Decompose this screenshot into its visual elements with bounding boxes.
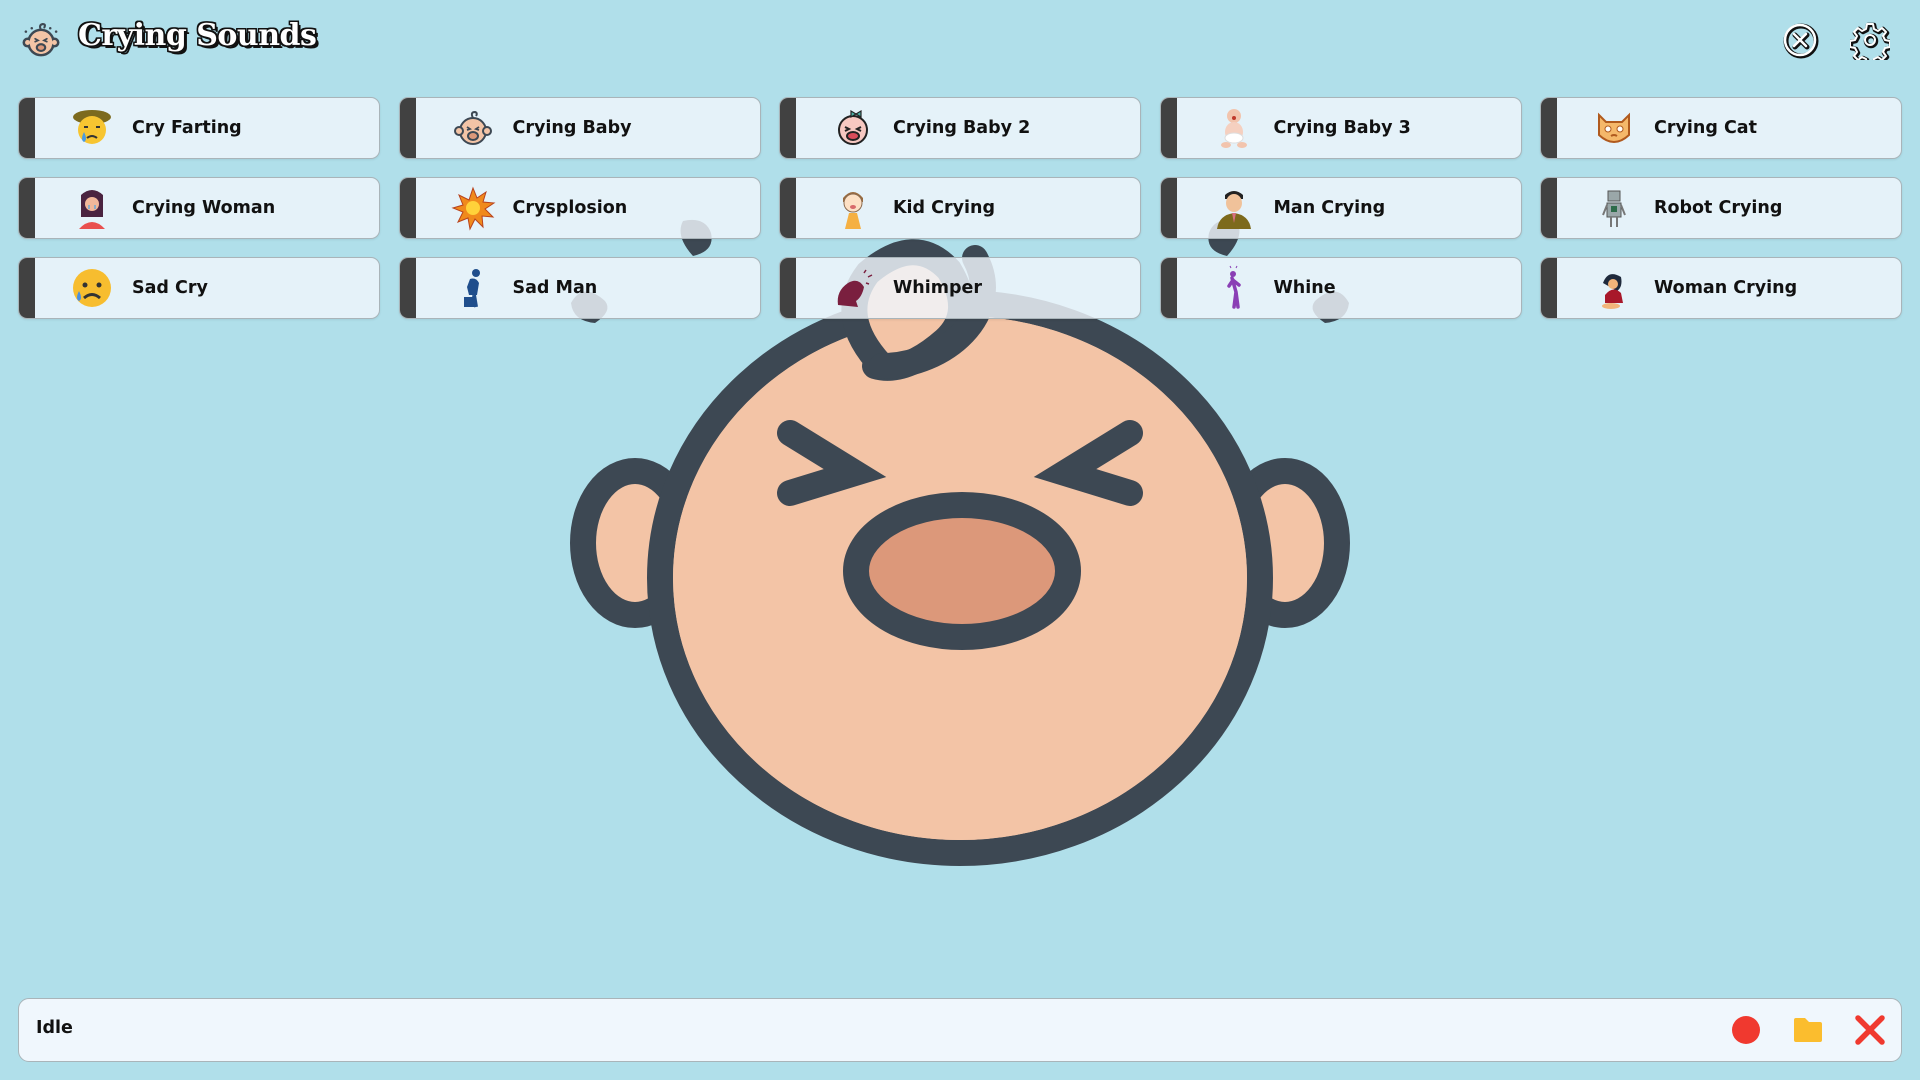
button-accent-bar: [1541, 178, 1557, 238]
background-crying-baby-icon: [570, 219, 1350, 866]
sound-button[interactable]: Sad Cry: [18, 257, 380, 319]
button-accent-bar: [780, 98, 796, 158]
sound-button[interactable]: Kid Crying: [779, 177, 1141, 239]
sound-button[interactable]: Sad Man: [398, 257, 761, 319]
sad-man-sitting-icon: [450, 265, 496, 311]
open-folder-button[interactable]: [1791, 1013, 1825, 1047]
button-accent-bar: [1160, 178, 1177, 238]
settings-button[interactable]: [1848, 20, 1894, 68]
sound-button[interactable]: Crying Cat: [1540, 97, 1902, 159]
button-accent-bar: [399, 258, 416, 318]
sound-button-label: Crying Baby: [512, 118, 632, 138]
status-text: Idle: [36, 1018, 73, 1038]
woman-kneeling-crying-icon: [1591, 265, 1637, 311]
sound-button[interactable]: Crying Baby 3: [1159, 97, 1522, 159]
sound-button-label: Crying Woman: [132, 198, 276, 218]
sound-button[interactable]: Crying Baby 2: [779, 97, 1141, 159]
button-accent-bar: [780, 178, 796, 238]
sound-button[interactable]: Whine: [1159, 257, 1522, 319]
sound-button-label: Man Crying: [1273, 198, 1386, 218]
sound-button[interactable]: Robot Crying: [1540, 177, 1902, 239]
button-accent-bar: [1160, 98, 1177, 158]
crying-man-icon: [1211, 185, 1257, 231]
x-icon: [1855, 1015, 1885, 1045]
sound-button-label: Sad Man: [512, 278, 598, 298]
sound-button[interactable]: Woman Crying: [1540, 257, 1902, 319]
sad-tear-emoji-icon: [69, 265, 115, 311]
circle-x-icon: [1783, 23, 1819, 59]
folder-icon: [1794, 1018, 1822, 1042]
crying-baby-girl-icon: [830, 105, 876, 151]
explosion-icon: [450, 185, 496, 231]
sound-button-label: Cry Farting: [132, 118, 242, 138]
whine-figure-icon: [1211, 265, 1257, 311]
sound-button-label: Crying Baby 3: [1273, 118, 1411, 138]
close-app-button[interactable]: [1780, 20, 1820, 60]
stop-button[interactable]: [1853, 1013, 1887, 1047]
crying-face-hat-icon: [69, 105, 115, 151]
sound-button[interactable]: Man Crying: [1159, 177, 1522, 239]
sound-button[interactable]: Crying Woman: [18, 177, 380, 239]
crying-woman-icon: [69, 185, 115, 231]
sound-button[interactable]: Cry Farting: [18, 97, 380, 159]
record-button[interactable]: [1729, 1013, 1763, 1047]
sound-button-label: Robot Crying: [1654, 198, 1783, 218]
button-accent-bar: [19, 258, 35, 318]
app-title: Crying Sounds: [78, 18, 317, 53]
sound-button-grid: Cry Farting Crying Baby Crying Baby 2 Cryin…: [18, 97, 1902, 319]
record-icon: [1732, 1016, 1760, 1044]
button-accent-bar: [19, 178, 35, 238]
button-accent-bar: [1541, 258, 1557, 318]
sound-button-label: Crying Cat: [1654, 118, 1757, 138]
sound-button-label: Crysplosion: [512, 198, 628, 218]
sound-button-label: Woman Crying: [1654, 278, 1798, 298]
sound-button-label: Whine: [1273, 278, 1336, 298]
sitting-baby-icon: [1211, 105, 1257, 151]
crying-kid-icon: [830, 185, 876, 231]
sound-button-label: Sad Cry: [132, 278, 208, 298]
sound-button[interactable]: Crysplosion: [398, 177, 761, 239]
crying-baby-face-icon: [450, 105, 496, 151]
sound-button[interactable]: Whimper: [779, 257, 1141, 319]
button-accent-bar: [19, 98, 35, 158]
button-accent-bar: [780, 258, 796, 318]
app-logo-icon: [20, 19, 62, 61]
whimper-figure-icon: [830, 265, 876, 311]
sound-button[interactable]: Crying Baby: [398, 97, 761, 159]
robot-icon: [1591, 185, 1637, 231]
status-bar: Idle: [18, 998, 1902, 1062]
button-accent-bar: [399, 98, 416, 158]
button-accent-bar: [1160, 258, 1177, 318]
sound-button-label: Whimper: [893, 278, 983, 298]
gear-icon: [1848, 22, 1894, 68]
button-accent-bar: [399, 178, 416, 238]
crying-cat-icon: [1591, 105, 1637, 151]
sound-button-label: Crying Baby 2: [893, 118, 1031, 138]
button-accent-bar: [1541, 98, 1557, 158]
sound-button-label: Kid Crying: [893, 198, 996, 218]
